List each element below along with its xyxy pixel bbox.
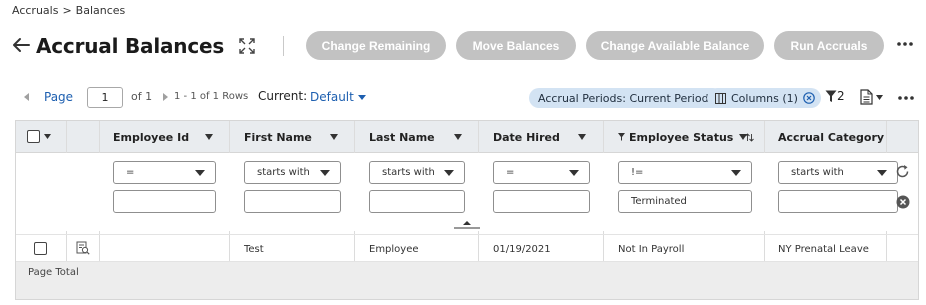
accrual-category-operator-select[interactable]: starts with (778, 161, 898, 184)
cell-date-hired: 01/19/2021 (493, 243, 551, 255)
chevron-down-icon (444, 170, 454, 176)
current-view-value: Default (310, 90, 354, 104)
cell-last-name: Employee (369, 243, 419, 255)
column-header-employee-id[interactable]: Employee Id (113, 121, 189, 153)
first-name-operator-value: starts with (257, 167, 310, 178)
select-all-checkbox[interactable] (27, 130, 40, 143)
last-name-menu-icon[interactable] (454, 134, 462, 140)
column-header-employee-status[interactable]: Employee Status (618, 121, 755, 153)
export-dropdown-caret-icon[interactable] (876, 95, 883, 100)
column-header-date-hired[interactable]: Date Hired (493, 121, 560, 153)
column-header-accrual-category[interactable]: Accrual Category (778, 121, 884, 153)
breadcrumb-separator: > (62, 4, 72, 17)
page-of-text: of 1 (131, 90, 153, 103)
first-name-menu-icon[interactable] (330, 134, 338, 140)
employee-id-operator-select[interactable]: = (113, 161, 216, 184)
refresh-icon[interactable] (895, 164, 910, 179)
page-total-label: Page Total (28, 267, 79, 278)
breadcrumb-accruals-link[interactable]: Accruals (12, 4, 58, 17)
employee-status-header-label: Employee Status (629, 130, 734, 144)
last-name-filter-input[interactable] (369, 190, 465, 213)
page-total-row: Page Total (16, 262, 918, 299)
accrual-periods-chip[interactable]: Accrual Periods: Current Periods (529, 88, 724, 108)
employee-status-operator-select[interactable]: != (618, 161, 752, 184)
cell-employee-status: Not In Payroll (618, 243, 685, 255)
next-page-icon[interactable] (160, 92, 170, 102)
grid-header-row: Employee Id First Name Last Name Date Hi… (16, 121, 918, 153)
chevron-down-icon (877, 170, 887, 176)
employee-status-filter-input[interactable]: Terminated (618, 190, 752, 213)
chevron-down-icon (569, 170, 579, 176)
columns-chip-label: Columns (1) (731, 91, 798, 105)
expand-icon[interactable] (238, 37, 256, 55)
employee-status-filter-value: Terminated (631, 196, 687, 207)
back-arrow-icon[interactable] (10, 34, 32, 56)
remove-chip-icon[interactable] (803, 92, 815, 104)
page-number-input[interactable] (87, 87, 123, 108)
employee-status-menu-icon[interactable] (739, 134, 747, 140)
more-options-icon[interactable] (896, 41, 914, 47)
move-balances-button[interactable]: Move Balances (456, 31, 576, 60)
export-document-icon[interactable] (860, 89, 873, 105)
current-view-label: Current: (258, 89, 308, 103)
filter-icon[interactable] (825, 90, 837, 103)
employee-id-menu-icon[interactable] (205, 134, 213, 140)
row-count: 1 - 1 of 1 Rows (174, 91, 249, 102)
clear-filters-icon[interactable] (896, 195, 910, 209)
date-hired-operator-value: = (506, 167, 515, 178)
date-hired-menu-icon[interactable] (578, 134, 586, 140)
chevron-down-icon (357, 94, 366, 100)
columns-icon (715, 92, 726, 104)
employee-id-operator-value: = (126, 167, 135, 178)
columns-chip[interactable]: Columns (1) (707, 88, 821, 108)
cell-first-name: Test (244, 243, 264, 255)
date-hired-operator-select[interactable]: = (493, 161, 590, 184)
column-header-last-name[interactable]: Last Name (369, 121, 435, 153)
chevron-down-icon (731, 170, 741, 176)
table-row[interactable]: Test Employee 01/19/2021 Not In Payroll … (16, 234, 918, 262)
title-divider (283, 36, 284, 56)
employee-status-operator-value: != (631, 167, 644, 178)
page-label: Page (44, 90, 74, 104)
employee-id-filter-input[interactable] (113, 190, 216, 213)
accrual-periods-chip-label: Accrual Periods: Current Periods (538, 91, 715, 105)
row-details-icon[interactable] (76, 241, 90, 255)
cell-accrual-category: NY Prenatal Leave (778, 243, 869, 255)
run-accruals-button[interactable]: Run Accruals (774, 31, 884, 60)
toolbar-more-icon[interactable] (897, 95, 915, 101)
select-all-caret-icon[interactable] (44, 134, 51, 139)
first-name-filter-input[interactable] (244, 190, 341, 213)
column-filter-icon (618, 133, 625, 141)
breadcrumb-current: Balances (75, 4, 126, 17)
accrual-category-operator-value: starts with (791, 167, 844, 178)
last-name-operator-select[interactable]: starts with (369, 161, 465, 184)
first-name-operator-select[interactable]: starts with (244, 161, 341, 184)
accrual-category-filter-input[interactable] (778, 190, 898, 213)
breadcrumb: Accruals > Balances (12, 4, 125, 17)
chevron-down-icon (320, 170, 330, 176)
column-header-first-name[interactable]: First Name (244, 121, 312, 153)
filter-count: 2 (837, 89, 845, 103)
change-remaining-button[interactable]: Change Remaining (306, 31, 446, 60)
collapse-filters-icon[interactable] (454, 220, 480, 229)
accrual-balances-grid: Employee Id First Name Last Name Date Hi… (15, 120, 919, 300)
current-view-dropdown[interactable]: Default (310, 90, 366, 104)
grid-filter-row: = starts with starts with = != Terminate… (16, 153, 918, 231)
date-hired-filter-input[interactable] (493, 190, 590, 213)
page-title: Accrual Balances (36, 34, 225, 58)
last-name-operator-value: starts with (382, 167, 435, 178)
chevron-down-icon (195, 170, 205, 176)
change-available-balance-button[interactable]: Change Available Balance (586, 31, 764, 60)
previous-page-icon[interactable] (22, 92, 32, 102)
row-select-checkbox[interactable] (34, 242, 47, 255)
